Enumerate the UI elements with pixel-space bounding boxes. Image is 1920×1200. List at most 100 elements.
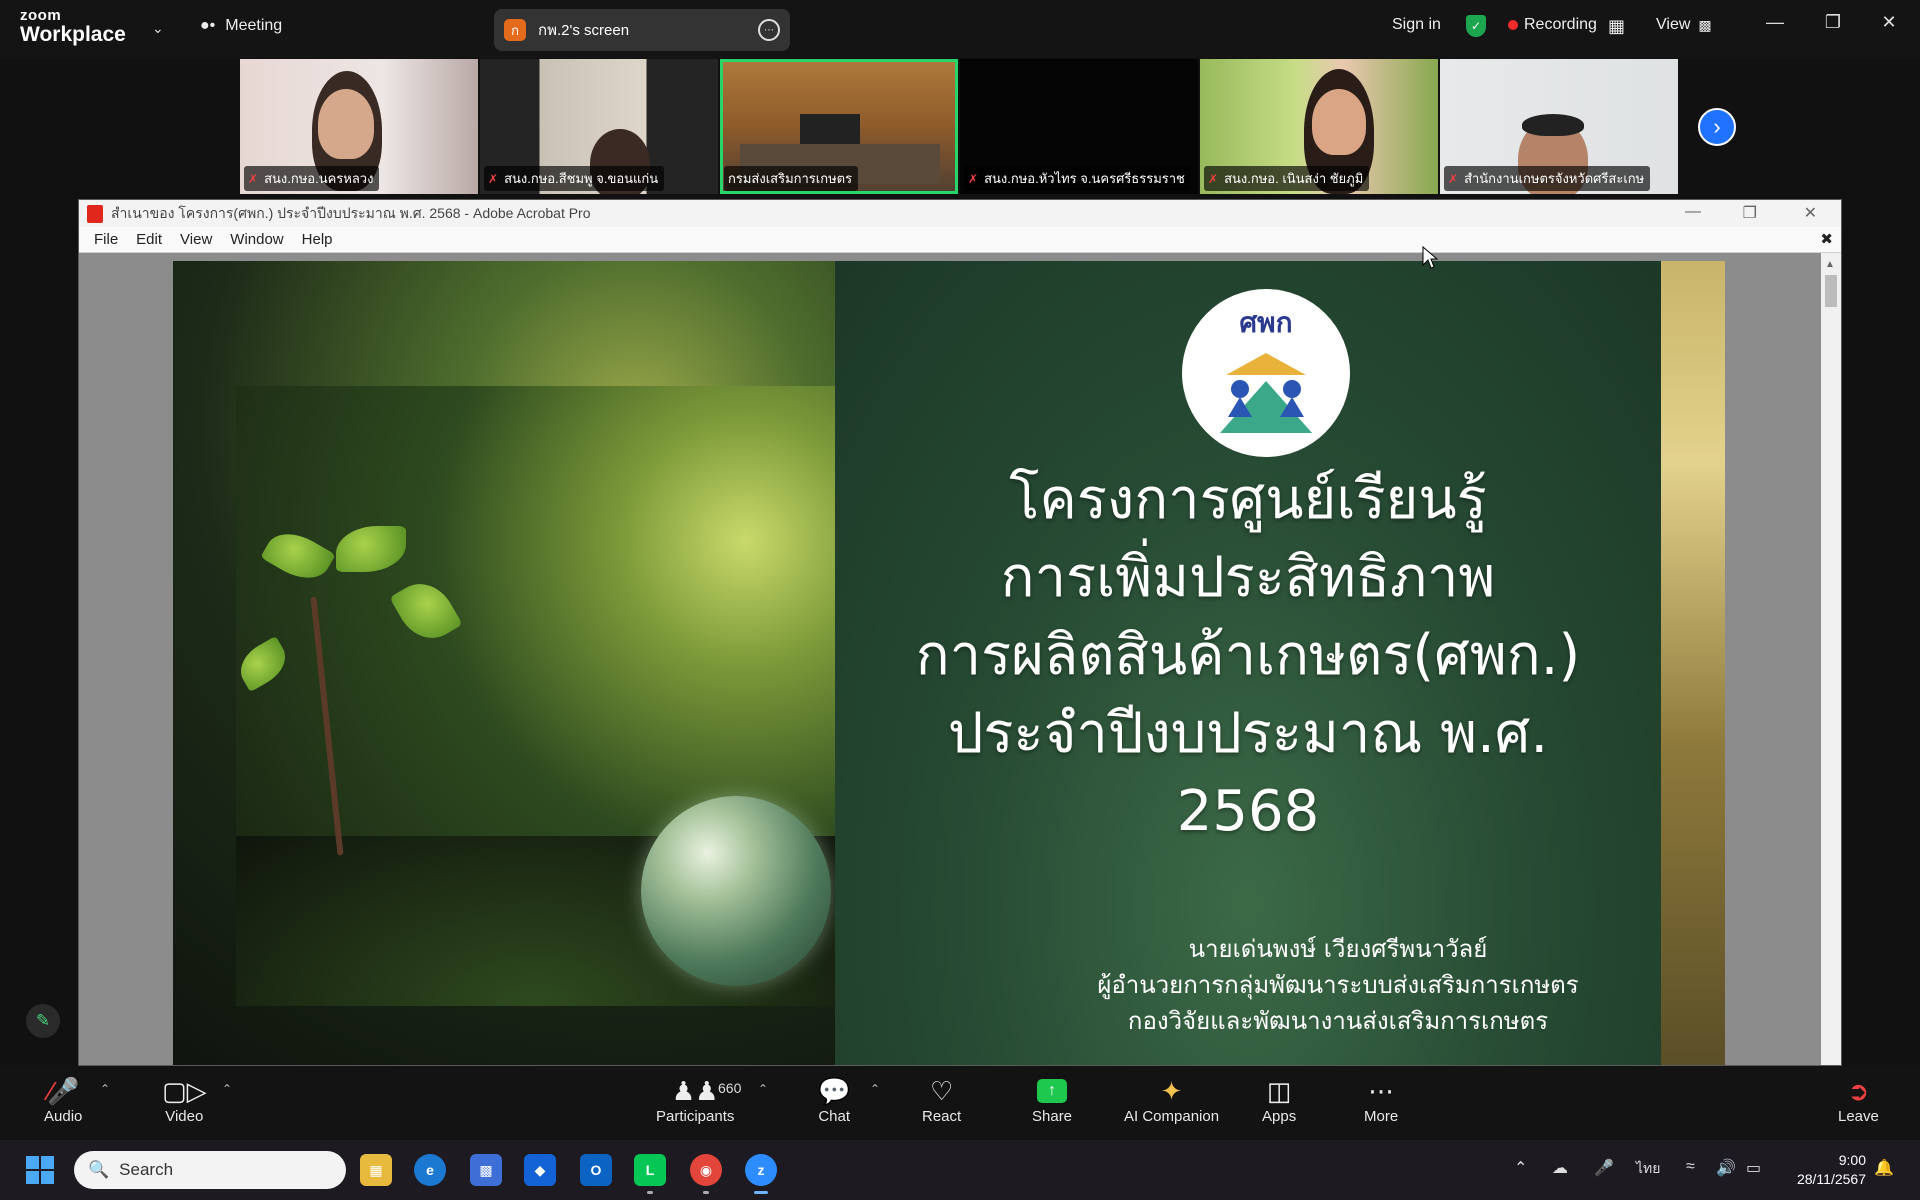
chat-button[interactable]: 💬 Chat (818, 1074, 850, 1125)
mic-muted-icon: ✗ (248, 171, 259, 186)
ai-companion-label: AI Companion (1124, 1108, 1220, 1125)
clock-date: 28/11/2567 (1796, 1171, 1866, 1187)
seedling-photo (232, 386, 835, 1006)
more-options-icon[interactable]: ⋯ (758, 19, 780, 41)
participant-video-tile[interactable]: ✗ สนง.กษอ.หัวไทร จ.นครศรีธรรมราช (960, 59, 1198, 194)
share-screen-button[interactable]: ↑ Share (1032, 1074, 1072, 1125)
input-language[interactable]: ไทย (1636, 1158, 1660, 1180)
recording-dot-icon (1508, 20, 1518, 30)
ai-companion-button[interactable]: ✦ AI Companion (1124, 1074, 1219, 1125)
minimize-icon[interactable]: — (1760, 12, 1790, 33)
sign-in-button[interactable]: Sign in (1392, 16, 1441, 34)
slide-gold-border (1661, 261, 1725, 1065)
taskbar-search[interactable]: 🔍 Search (74, 1151, 346, 1189)
edge-browser-icon[interactable]: e (414, 1154, 446, 1186)
participant-video-tile-active[interactable]: กรมส่งเสริมการเกษตร (720, 59, 958, 194)
gallery-grid-icon[interactable]: ▦ (1608, 16, 1625, 37)
more-label: More (1364, 1108, 1399, 1125)
system-clock[interactable]: 9:00 28/11/2567 (1797, 1151, 1866, 1189)
chat-options-caret-icon[interactable]: ⌃ (870, 1082, 880, 1096)
paw-icon: ●• (200, 17, 216, 34)
slide-title-line: ประจำปีงบประมาณ พ.ศ. (947, 701, 1549, 766)
close-icon[interactable]: ✕ (1874, 12, 1904, 33)
participant-name-tag: ✗ สนง.กษอ. เนินสง่า ชัยภูมิ (1204, 166, 1370, 191)
participant-video-tile[interactable]: ✗ สนง.กษอ.สีชมพู จ.ขอนแก่น (480, 59, 718, 194)
windows-start-icon[interactable] (26, 1156, 54, 1184)
participant-name-tag: กรมส่งเสริมการเกษตร (724, 166, 859, 191)
onedrive-cloud-icon[interactable]: ☁ (1552, 1158, 1568, 1178)
video-button[interactable]: ▢▷ Video (162, 1074, 207, 1125)
screen-share-pill[interactable]: ก กพ.2's screen ⋯ (494, 9, 790, 51)
acrobat-menu-bar: File Edit View Window Help ✖ (79, 227, 1841, 253)
slide-title: โครงการศูนย์เรียนรู้ การเพิ่มประสิทธิภาพ… (835, 461, 1661, 851)
acrobat-close-icon[interactable]: ✕ (1804, 203, 1817, 223)
audio-options-caret-icon[interactable]: ⌃ (100, 1082, 110, 1096)
leave-door-icon: ➲ (1847, 1076, 1870, 1106)
file-explorer-icon[interactable]: ▦ (360, 1154, 392, 1186)
volume-icon[interactable]: 🔊 (1716, 1158, 1736, 1178)
encryption-shield-icon[interactable]: ✓ (1466, 15, 1486, 37)
search-icon: 🔍 (88, 1160, 110, 1179)
video-camera-icon: ▢▷ (162, 1076, 207, 1106)
line-app-icon[interactable]: L (634, 1154, 666, 1194)
participant-name: สนง.กษอ.สีชมพู จ.ขอนแก่น (504, 171, 659, 186)
participant-video-tile[interactable]: ✗ สำนักงานเกษตรจังหวัดศรีสะเกษ (1440, 59, 1678, 194)
menu-view[interactable]: View (171, 231, 221, 248)
scrollbar-thumb[interactable] (1825, 275, 1837, 307)
menu-file[interactable]: File (85, 231, 127, 248)
battery-icon[interactable]: ▭ (1746, 1158, 1761, 1178)
share-label: Share (1032, 1108, 1073, 1125)
acrobat-pdf-icon (87, 204, 103, 223)
participant-name-tag: ✗ สนง.กษอ.สีชมพู จ.ขอนแก่น (484, 166, 665, 191)
document-viewer[interactable]: ศพก โครงการศูนย์เรียนรู้ การเพิ่มประสิทธ… (79, 253, 1841, 1065)
more-button[interactable]: ⋯ More (1364, 1074, 1398, 1125)
more-dots-icon: ⋯ (1368, 1076, 1395, 1106)
next-page-arrow-icon[interactable]: › (1698, 108, 1736, 146)
presenter-info: นายเด่นพงษ์ เวียงศรีพนาวัลย์ ผู้อำนวยการ… (835, 931, 1661, 1039)
close-document-icon[interactable]: ✖ (1820, 230, 1833, 248)
notification-bell-icon[interactable]: 🔔 (1874, 1158, 1894, 1178)
react-button[interactable]: ♡ React (922, 1074, 961, 1125)
screen-share-label: กพ.2's screen (538, 22, 630, 39)
annotate-pencil-icon[interactable]: ✎ (26, 1004, 60, 1038)
mic-muted-icon: 🎤 ⁄ (47, 1076, 80, 1106)
menu-window[interactable]: Window (221, 231, 292, 248)
outlook-icon[interactable]: O (580, 1154, 612, 1186)
menu-edit[interactable]: Edit (127, 231, 171, 248)
audio-button[interactable]: 🎤 ⁄ Audio (44, 1074, 82, 1125)
participant-name: สนง.กษอ.หัวไทร จ.นครศรีธรรมราช (984, 171, 1185, 186)
slide-title-line: การเพิ่มประสิทธิภาพ (1000, 545, 1496, 610)
acrobat-restore-icon[interactable]: ❐ (1743, 203, 1757, 223)
chevron-down-icon[interactable]: ⌄ (152, 20, 164, 37)
windows-taskbar: 🔍 Search ▦ e ▩ ◆ O L ◉ z ⌃ ☁ 🎤 ไทย ≈ 🔊 ▭… (0, 1140, 1920, 1200)
presentation-slide: ศพก โครงการศูนย์เรียนรู้ การเพิ่มประสิทธ… (173, 261, 1725, 1065)
show-hidden-icons-chevron-icon[interactable]: ⌃ (1514, 1158, 1527, 1178)
meeting-menu[interactable]: ●• Meeting (200, 17, 282, 35)
share-arrow-icon: ↑ (1037, 1079, 1068, 1103)
participant-video-tile[interactable]: ✗ สนง.กษอ. เนินสง่า ชัยภูมิ (1200, 59, 1438, 194)
recording-indicator[interactable]: Recording (1508, 16, 1597, 34)
mic-muted-icon: ✗ (1208, 171, 1219, 186)
acrobat-window-title: สำเนาของ โครงการ(ศพก.) ประจำปีงบประมาณ พ… (111, 204, 591, 221)
apps-button[interactable]: ◫ Apps (1262, 1074, 1296, 1125)
wifi-icon[interactable]: ≈ (1686, 1158, 1695, 1176)
acrobat-minimize-icon[interactable]: — (1685, 203, 1701, 221)
microsoft-store-icon[interactable]: ▩ (470, 1154, 502, 1186)
vertical-scrollbar[interactable]: ▲ (1821, 253, 1841, 1065)
menu-help[interactable]: Help (293, 231, 342, 248)
zoom-workplace-logo[interactable]: zoom Workplace (20, 8, 126, 45)
dropbox-icon[interactable]: ◆ (524, 1154, 556, 1186)
video-options-caret-icon[interactable]: ⌃ (222, 1082, 232, 1096)
emblem-graphic-icon (1220, 353, 1312, 433)
chrome-browser-icon[interactable]: ◉ (690, 1154, 722, 1194)
leave-button[interactable]: ➲ Leave (1838, 1074, 1879, 1125)
restore-icon[interactable]: ❐ (1818, 12, 1848, 33)
zoom-app-icon[interactable]: z (745, 1154, 777, 1194)
chat-label: Chat (818, 1108, 851, 1125)
microphone-icon[interactable]: 🎤 (1594, 1158, 1614, 1178)
participant-video-tile[interactable]: ✗ สนง.กษอ.นครหลวง (240, 59, 478, 194)
scroll-up-icon[interactable]: ▲ (1825, 259, 1835, 270)
participant-name-tag: ✗ สนง.กษอ.นครหลวง (244, 166, 380, 191)
view-button[interactable]: View ▩ (1656, 16, 1712, 34)
participants-options-caret-icon[interactable]: ⌃ (758, 1082, 768, 1096)
